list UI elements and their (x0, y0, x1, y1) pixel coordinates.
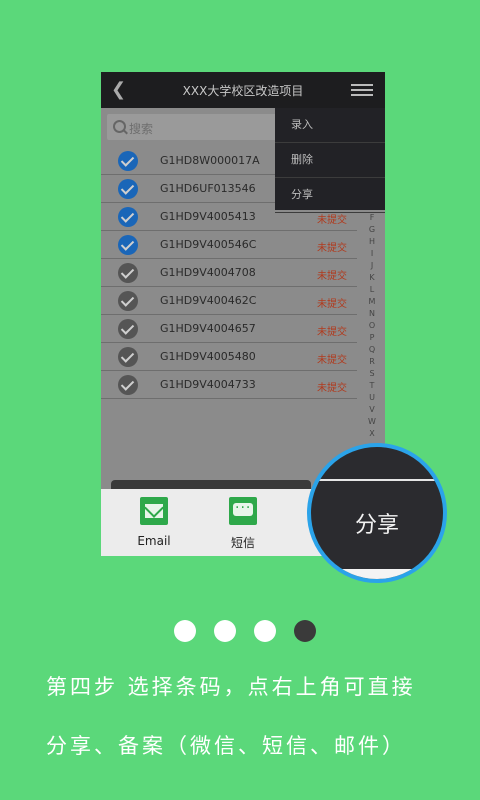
zoom-share-label: 分享 (355, 513, 400, 538)
index-letter[interactable]: I (365, 248, 379, 260)
index-letter[interactable]: K (365, 272, 379, 284)
index-letter[interactable]: T (365, 380, 379, 392)
search-input[interactable]: 搜索 (107, 114, 287, 140)
checkbox-icon[interactable] (118, 151, 138, 171)
list-item[interactable]: G1HD9V4004708 未提交 (101, 259, 357, 287)
zoom-bottom-edge (311, 569, 443, 579)
page-title: XXX大学校区改造项目 (182, 84, 304, 98)
page-dot[interactable] (294, 620, 316, 642)
page-dot[interactable] (174, 620, 196, 642)
barcode-text: G1HD9V400462C (160, 294, 257, 307)
checkbox-icon[interactable] (118, 179, 138, 199)
list-item[interactable]: G1HD9V4004733 未提交 (101, 371, 357, 399)
caption-line-1: 第四步 选择条码，点右上角可直接 (46, 675, 416, 699)
search-icon (113, 120, 126, 133)
share-email-label: Email (137, 534, 171, 548)
popup-menu: 录入 删除 分享 (275, 108, 385, 213)
list-item[interactable]: G1HD9V400462C 未提交 (101, 287, 357, 315)
index-letter[interactable]: U (365, 392, 379, 404)
share-sheet-handle (111, 480, 311, 489)
list-item[interactable]: G1HD9V4005480 未提交 (101, 343, 357, 371)
popup-menu-label: 删除 (291, 153, 313, 166)
popup-menu-item[interactable]: 删除 (275, 143, 385, 178)
index-letter[interactable]: M (365, 296, 379, 308)
barcode-text: G1HD9V4004708 (160, 266, 256, 279)
status-badge: 未提交 (317, 215, 347, 226)
page-indicator (174, 620, 320, 642)
index-letter[interactable]: W (365, 416, 379, 428)
checkbox-icon[interactable] (118, 263, 138, 283)
zoom-magnifier: 分享 (307, 443, 447, 583)
checkbox-icon[interactable] (118, 319, 138, 339)
checkbox-icon[interactable] (118, 375, 138, 395)
share-sms-button[interactable]: 短信 (213, 497, 273, 551)
index-letter[interactable]: O (365, 320, 379, 332)
popup-menu-label: 分享 (291, 188, 313, 201)
top-bar: ❮ XXX大学校区改造项目 (101, 72, 385, 108)
barcode-text: G1HD9V4005413 (160, 210, 256, 223)
index-letter[interactable]: X (365, 428, 379, 440)
index-letter[interactable]: H (365, 236, 379, 248)
checkbox-icon[interactable] (118, 207, 138, 227)
barcode-text: G1HD9V4005480 (160, 350, 256, 363)
index-letter[interactable]: R (365, 356, 379, 368)
index-letter[interactable]: P (365, 332, 379, 344)
caption-line-2: 分享、备案（微信、短信、邮件） (46, 734, 406, 758)
barcode-text: G1HD9V4004733 (160, 378, 256, 391)
status-badge: 未提交 (317, 271, 347, 282)
barcode-text: G1HD8W000017A (160, 154, 260, 167)
barcode-text: G1HD9V4004657 (160, 322, 256, 335)
index-letter[interactable]: S (365, 368, 379, 380)
index-letter[interactable]: N (365, 308, 379, 320)
status-badge: 未提交 (317, 243, 347, 254)
status-badge: 未提交 (317, 383, 347, 394)
index-letter[interactable]: J (365, 260, 379, 272)
page-dot[interactable] (254, 620, 276, 642)
index-letter[interactable]: F (365, 212, 379, 224)
barcode-text: G1HD6UF013546 (160, 182, 256, 195)
popup-menu-item[interactable]: 分享 (275, 178, 385, 213)
index-letter[interactable]: G (365, 224, 379, 236)
status-badge: 未提交 (317, 355, 347, 366)
zoom-divider (311, 479, 443, 481)
sms-icon (229, 497, 257, 525)
status-badge: 未提交 (317, 327, 347, 338)
index-letter[interactable]: L (365, 284, 379, 296)
barcode-text: G1HD9V400546C (160, 238, 257, 251)
list-item[interactable]: G1HD9V400546C 未提交 (101, 231, 357, 259)
checkbox-icon[interactable] (118, 291, 138, 311)
checkbox-icon[interactable] (118, 347, 138, 367)
index-letter[interactable]: Q (365, 344, 379, 356)
email-icon (140, 497, 168, 525)
page-dot[interactable] (214, 620, 236, 642)
checkbox-icon[interactable] (118, 235, 138, 255)
popup-menu-item[interactable]: 录入 (275, 108, 385, 143)
list-menu-icon[interactable] (351, 84, 373, 98)
share-sms-label: 短信 (230, 536, 255, 550)
search-placeholder: 搜索 (129, 122, 154, 136)
share-email-button[interactable]: Email (124, 497, 184, 548)
popup-menu-label: 录入 (291, 118, 313, 131)
alphabet-index[interactable]: FGHIJKLMNOPQRSTUVWX (365, 212, 379, 440)
index-letter[interactable]: V (365, 404, 379, 416)
list-item[interactable]: G1HD9V4004657 未提交 (101, 315, 357, 343)
status-badge: 未提交 (317, 299, 347, 310)
